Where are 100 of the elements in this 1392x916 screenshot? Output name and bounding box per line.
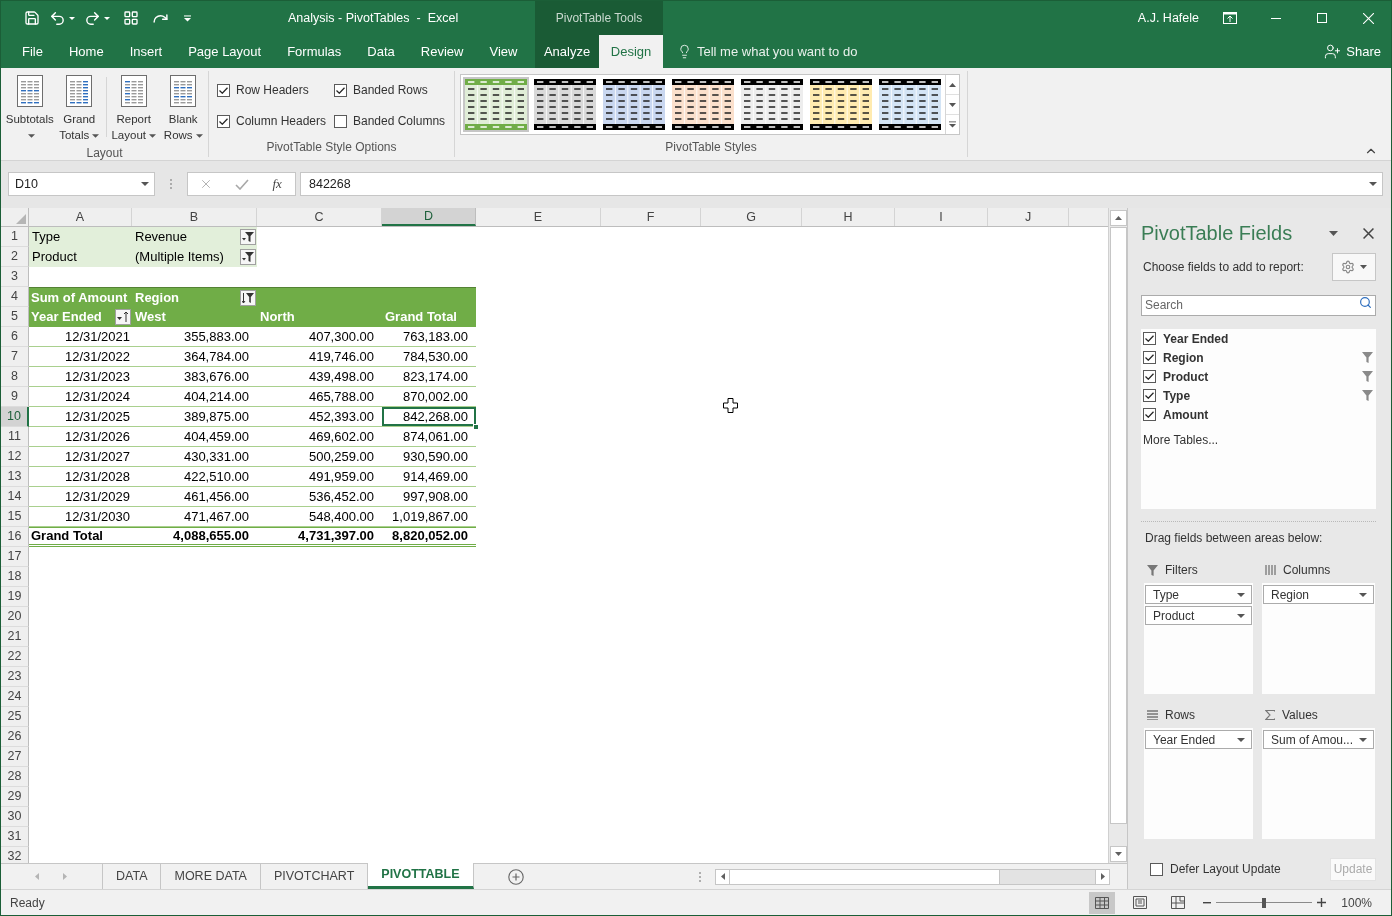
column-header[interactable]: I — [895, 208, 988, 226]
checkbox[interactable] — [1150, 862, 1163, 876]
row-header[interactable]: 23 — [1, 667, 29, 687]
field-name[interactable]: Product — [1163, 367, 1209, 386]
fill-handle[interactable] — [473, 424, 479, 430]
row-header[interactable]: 25 — [1, 707, 29, 727]
row-header[interactable]: 26 — [1, 727, 29, 747]
horizontal-scrollbar-thumb[interactable] — [730, 869, 1000, 884]
view-button[interactable] — [1089, 891, 1116, 914]
formula-input[interactable]: 842268 — [300, 172, 1383, 196]
row-header[interactable]: 28 — [1, 767, 29, 787]
row-header[interactable]: 30 — [1, 807, 29, 827]
field-name[interactable]: Year Ended — [1163, 329, 1229, 348]
checkbox[interactable] — [1143, 408, 1156, 421]
row-header[interactable]: 10 — [1, 407, 29, 427]
checkbox[interactable] — [334, 83, 347, 97]
column-header[interactable]: J — [988, 208, 1069, 226]
row-header[interactable]: 17 — [1, 547, 29, 567]
field-name[interactable]: Region — [1163, 348, 1204, 367]
ribbon-tab[interactable]: Formulas — [274, 35, 355, 68]
ribbon-dropdown-button[interactable]: Subtotals — [5, 75, 55, 143]
scroll-up-button[interactable] — [1109, 210, 1127, 226]
column-header[interactable]: A — [29, 208, 132, 226]
column-header[interactable]: G — [701, 208, 802, 226]
field-chip[interactable]: Year Ended — [1145, 730, 1252, 749]
share-button[interactable]: Share — [1324, 35, 1381, 68]
zoom-level-label[interactable]: 100% — [1341, 893, 1372, 912]
field-dropdown-button[interactable] — [240, 249, 256, 265]
row-header[interactable]: 6 — [1, 327, 29, 347]
row-header[interactable]: 24 — [1, 687, 29, 707]
field-dropdown-button[interactable] — [240, 289, 256, 306]
ribbon-tab[interactable]: Insert — [116, 35, 176, 68]
row-header[interactable]: 27 — [1, 747, 29, 767]
row-header[interactable]: 15 — [1, 507, 29, 527]
ribbon-tab[interactable]: Data — [354, 35, 408, 68]
field-chip[interactable]: Type — [1145, 585, 1252, 604]
row-header[interactable]: 32 — [1, 847, 29, 863]
row-header[interactable]: 1 — [1, 227, 29, 247]
ribbon-tab[interactable]: File — [9, 35, 56, 68]
checkbox[interactable] — [1143, 370, 1156, 383]
sheet-tab[interactable]: PIVOTTABLE — [368, 863, 474, 889]
field-name[interactable]: Type — [1163, 386, 1191, 405]
tell-me-search[interactable]: Tell me what you want to do — [677, 35, 858, 68]
field-name[interactable]: Amount — [1163, 405, 1209, 424]
field-dropdown-button[interactable] — [240, 229, 256, 245]
ribbon-tab[interactable]: Review — [407, 35, 477, 68]
column-header[interactable]: H — [802, 208, 895, 226]
row-header[interactable]: 2 — [1, 247, 29, 267]
row-header[interactable]: 8 — [1, 367, 29, 387]
drop-area[interactable]: Sum of Amou... — [1262, 728, 1375, 839]
ribbon-dropdown-button[interactable]: Blank Rows — [158, 75, 208, 143]
more-tables-link[interactable]: More Tables... — [1143, 430, 1219, 449]
row-header[interactable]: 18 — [1, 567, 29, 587]
field-chip[interactable]: Product — [1145, 606, 1252, 625]
field-chip[interactable]: Region — [1263, 585, 1374, 604]
checkbox[interactable] — [217, 114, 230, 128]
row-header[interactable]: 29 — [1, 787, 29, 807]
drop-area[interactable]: Region — [1262, 583, 1375, 694]
ribbon-tab[interactable]: Analyze — [535, 35, 599, 68]
row-header[interactable]: 4 — [1, 287, 29, 307]
scroll-right-button[interactable] — [1095, 869, 1109, 884]
ribbon-dropdown-button[interactable]: Grand Totals — [54, 75, 104, 143]
row-header[interactable]: 9 — [1, 387, 29, 407]
checkbox[interactable] — [217, 83, 230, 97]
row-header[interactable]: 3 — [1, 267, 29, 287]
search-field[interactable]: Search — [1141, 294, 1376, 316]
field-dropdown-button[interactable] — [115, 309, 131, 325]
checkbox[interactable] — [334, 114, 347, 128]
row-header[interactable]: 14 — [1, 487, 29, 507]
row-header[interactable]: 21 — [1, 627, 29, 647]
row-header[interactable]: 5 — [1, 307, 29, 327]
row-header[interactable]: 16 — [1, 527, 29, 547]
row-header[interactable]: 12 — [1, 447, 29, 467]
checkbox[interactable] — [1143, 351, 1156, 364]
checkbox[interactable] — [1143, 389, 1156, 402]
zoom-slider-thumb[interactable] — [1262, 897, 1267, 908]
row-header[interactable]: 22 — [1, 647, 29, 667]
vertical-scrollbar-thumb[interactable] — [1109, 227, 1127, 824]
ribbon-tab[interactable]: Home — [55, 35, 117, 68]
row-header[interactable]: 19 — [1, 587, 29, 607]
close-button[interactable] — [1360, 225, 1376, 241]
row-header[interactable]: 20 — [1, 607, 29, 627]
column-header[interactable]: F — [601, 208, 701, 226]
column-header[interactable]: B — [132, 208, 257, 226]
row-header[interactable]: 11 — [1, 427, 29, 447]
column-header[interactable]: D — [382, 208, 476, 226]
ribbon-dropdown-button[interactable]: Report Layout — [109, 75, 159, 143]
new-sheet-button[interactable] — [506, 867, 525, 886]
field-chip[interactable]: Sum of Amou... — [1263, 730, 1374, 749]
row-header[interactable]: 13 — [1, 467, 29, 487]
drop-area[interactable]: Year Ended — [1144, 728, 1253, 839]
scroll-down-button[interactable] — [1109, 846, 1127, 862]
row-header[interactable]: 31 — [1, 827, 29, 847]
drop-area[interactable]: Type Product — [1144, 583, 1253, 694]
checkbox[interactable] — [1143, 332, 1156, 345]
horizontal-scrollbar[interactable] — [715, 868, 1110, 885]
scroll-left-button[interactable] — [716, 869, 730, 884]
ribbon-tab[interactable]: Design — [599, 35, 663, 68]
tools-dropdown-button[interactable] — [1332, 253, 1376, 281]
ribbon-tab[interactable]: Page Layout — [175, 35, 275, 68]
